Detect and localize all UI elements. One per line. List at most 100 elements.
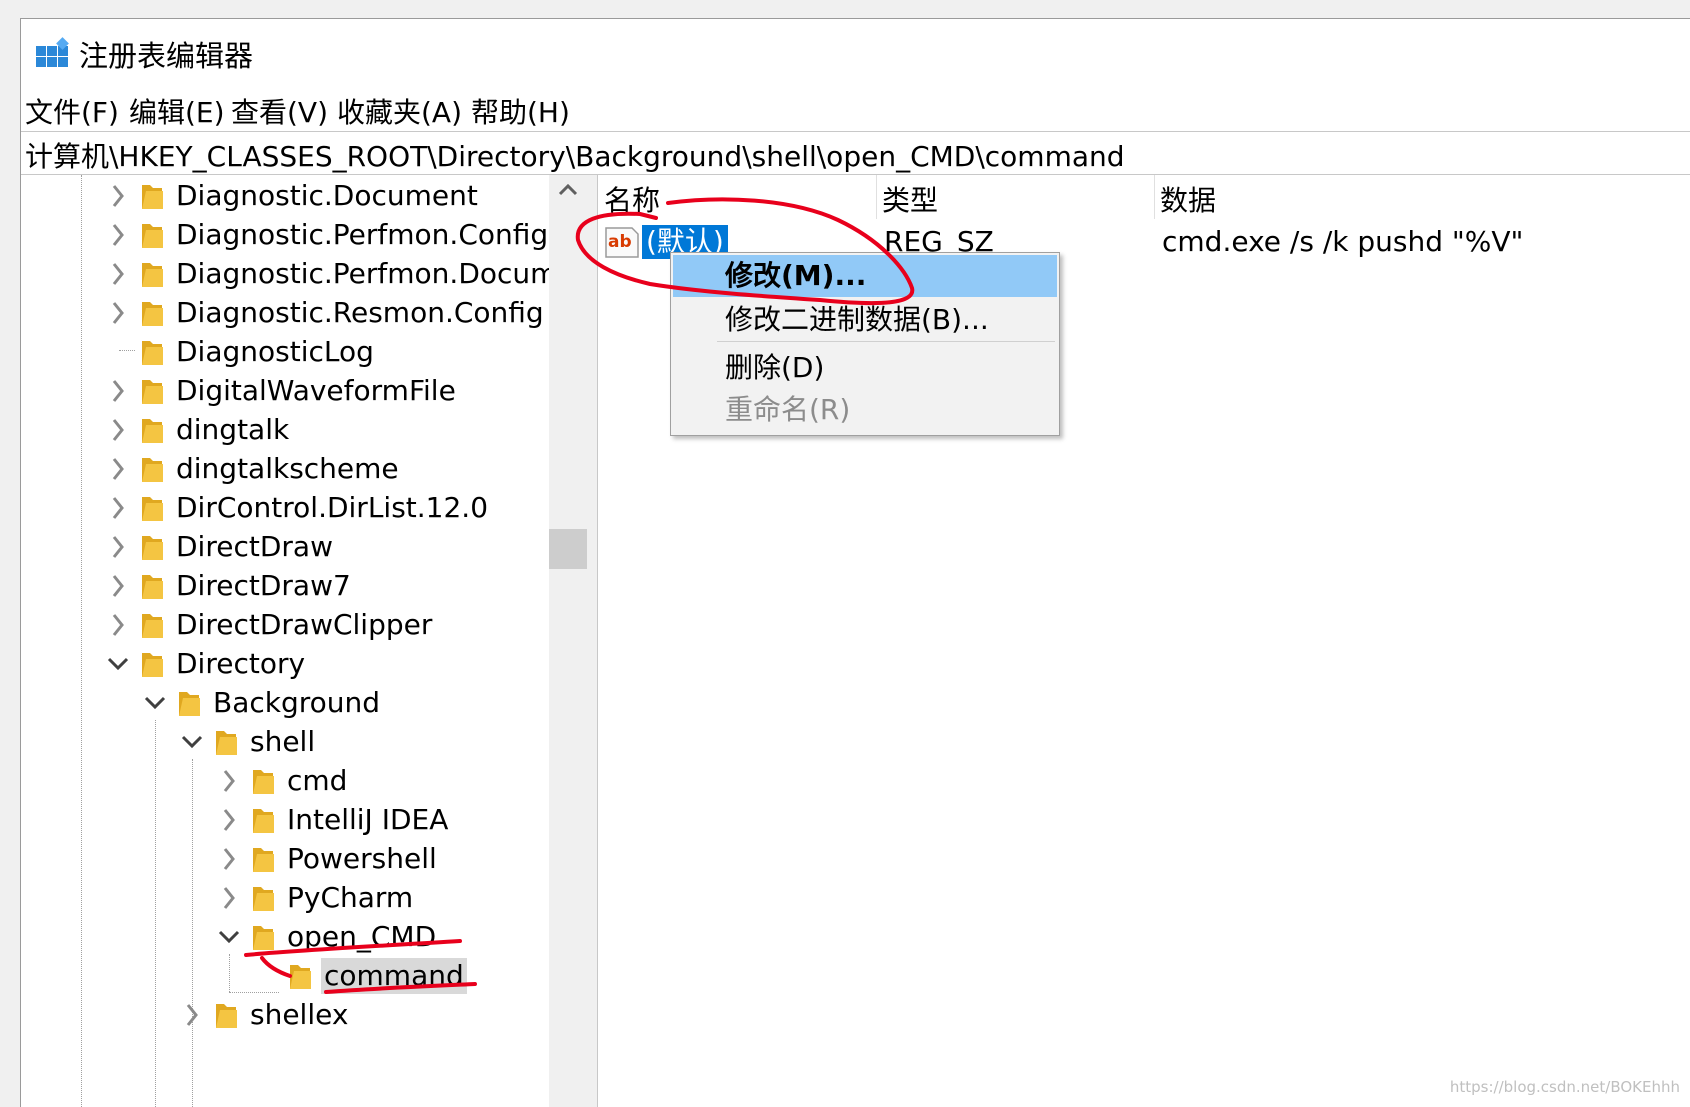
tree-item[interactable]: shell (181, 723, 541, 762)
chevron-down-icon[interactable] (218, 918, 240, 957)
address-path[interactable]: 计算机\HKEY_CLASSES_ROOT\Directory\Backgrou… (25, 135, 1125, 175)
chevron-right-icon[interactable] (107, 528, 129, 567)
tree-item[interactable]: DirectDraw7 (107, 567, 541, 606)
chevron-right-icon[interactable] (107, 255, 129, 294)
column-header-name[interactable]: 名称 (604, 179, 660, 219)
tree-item-label: Powershell (287, 842, 437, 875)
string-value-ab-icon: ab (605, 227, 639, 258)
tree-guide-line (155, 720, 156, 1107)
tree-item[interactable]: DirectDrawClipper (107, 606, 541, 645)
address-bar[interactable]: 计算机\HKEY_CLASSES_ROOT\Directory\Backgrou… (21, 131, 1690, 175)
chevron-right-icon[interactable] (218, 879, 240, 918)
key-tree-pane[interactable]: Diagnostic.Document Diagnostic.Perfmon.Co… (21, 175, 587, 1107)
chevron-down-icon[interactable] (181, 723, 203, 762)
tree-item-label: cmd (287, 764, 348, 797)
folder-icon (179, 692, 200, 716)
folder-icon (253, 809, 274, 833)
registry-editor-app-icon (36, 37, 69, 67)
tree-item[interactable]: Directory (107, 645, 541, 684)
menu-view[interactable]: 查看(V) (231, 91, 328, 131)
tree-item[interactable]: Powershell (218, 840, 541, 879)
column-divider[interactable] (876, 175, 877, 219)
tree-item-label: command (321, 958, 467, 994)
tree-item[interactable]: Diagnostic.Perfmon.Document (107, 255, 587, 294)
chevron-right-icon[interactable] (107, 606, 129, 645)
folder-icon (142, 185, 163, 209)
folder-icon (142, 224, 163, 248)
tree-guide-line (81, 175, 82, 1107)
folder-icon (142, 380, 163, 404)
folder-icon (142, 614, 163, 638)
context-menu-modify[interactable]: 修改(M)... (673, 255, 1057, 297)
tree-item-label: Directory (176, 647, 306, 680)
chevron-right-icon[interactable] (107, 216, 129, 255)
tree-item[interactable]: Diagnostic.Perfmon.Config (107, 216, 548, 255)
tree-item[interactable]: Diagnostic.Document (107, 177, 541, 216)
chevron-right-icon[interactable] (107, 450, 129, 489)
tree-item[interactable]: dingtalk (107, 411, 541, 450)
tree-item-label: DirectDraw (176, 530, 333, 563)
tree-item-label: Diagnostic.Document (176, 179, 478, 212)
folder-icon (253, 887, 274, 911)
chevron-down-icon[interactable] (144, 684, 166, 723)
menu-file[interactable]: 文件(F) (25, 91, 119, 131)
tree-item[interactable]: Background (144, 684, 541, 723)
menu-help[interactable]: 帮助(H) (471, 91, 570, 131)
context-menu-modify-binary[interactable]: 修改二进制数据(B)... (673, 299, 1057, 341)
tree-item-label: dingtalkscheme (176, 452, 399, 485)
chevron-right-icon[interactable] (107, 177, 129, 216)
tree-item-label: DirectDrawClipper (176, 608, 433, 641)
registry-editor-window: 注册表编辑器 文件(F) 编辑(E) 查看(V) 收藏夹(A) 帮助(H) 计算… (20, 18, 1690, 1107)
context-menu-delete[interactable]: 删除(D) (673, 347, 1057, 389)
tree-item[interactable]: open_CMD (218, 918, 541, 957)
string-value-type-mark: ab (608, 232, 632, 252)
tree-item[interactable]: PyCharm (218, 879, 541, 918)
menu-favorites[interactable]: 收藏夹(A) (337, 91, 462, 131)
tree-item-label: shell (250, 725, 316, 758)
tree-item[interactable]: DigitalWaveformFile (107, 372, 541, 411)
column-divider[interactable] (1154, 175, 1155, 219)
chevron-right-icon[interactable] (107, 372, 129, 411)
tree-item-label: DiagnosticLog (176, 335, 374, 368)
folder-icon (253, 770, 274, 794)
tree-item-label: Background (213, 686, 381, 719)
tree-item[interactable]: shellex (181, 996, 541, 1035)
folder-icon (142, 575, 163, 599)
tree-item-label: open_CMD (287, 920, 437, 953)
scroll-up-arrow-icon[interactable] (557, 181, 579, 197)
column-header-type[interactable]: 类型 (882, 179, 938, 219)
tree-item[interactable]: dingtalkscheme (107, 450, 541, 489)
context-menu-modify-label: 修改(M)... (725, 259, 867, 292)
tree-vertical-scrollbar[interactable] (549, 175, 587, 1107)
context-menu: 修改(M)... 修改二进制数据(B)... 删除(D) 重命名(R) (670, 252, 1060, 436)
menu-edit[interactable]: 编辑(E) (129, 91, 225, 131)
scrollbar-thumb[interactable] (549, 529, 587, 569)
tree-item-label: IntelliJ IDEA (287, 803, 449, 836)
folder-icon (142, 536, 163, 560)
tree-item[interactable]: DiagnosticLog (107, 333, 541, 372)
column-header-data[interactable]: 数据 (1160, 179, 1216, 219)
tree-item[interactable]: DirControl.DirList.12.0 (107, 489, 541, 528)
folder-icon (142, 497, 163, 521)
folder-icon (142, 419, 163, 443)
tree-item-label: shellex (250, 998, 349, 1031)
chevron-right-icon[interactable] (181, 996, 203, 1035)
context-menu-separator (717, 341, 1055, 342)
chevron-right-icon[interactable] (107, 489, 129, 528)
context-menu-delete-label: 删除(D) (725, 351, 825, 384)
chevron-right-icon[interactable] (218, 840, 240, 879)
tree-item[interactable]: IntelliJ IDEA (218, 801, 541, 840)
chevron-down-icon[interactable] (107, 645, 129, 684)
chevron-right-icon[interactable] (218, 762, 240, 801)
chevron-right-icon[interactable] (107, 567, 129, 606)
pane-splitter[interactable] (587, 175, 598, 1107)
context-menu-rename-label: 重命名(R) (725, 393, 851, 426)
tree-item[interactable]: Diagnostic.Resmon.Config (107, 294, 544, 333)
chevron-right-icon[interactable] (107, 294, 129, 333)
tree-item[interactable]: command (255, 957, 541, 996)
tree-item[interactable]: DirectDraw (107, 528, 541, 567)
tree-item[interactable]: cmd (218, 762, 541, 801)
chevron-right-icon[interactable] (107, 411, 129, 450)
chevron-right-icon[interactable] (218, 801, 240, 840)
value-data: cmd.exe /s /k pushd "%V" (1162, 225, 1524, 258)
